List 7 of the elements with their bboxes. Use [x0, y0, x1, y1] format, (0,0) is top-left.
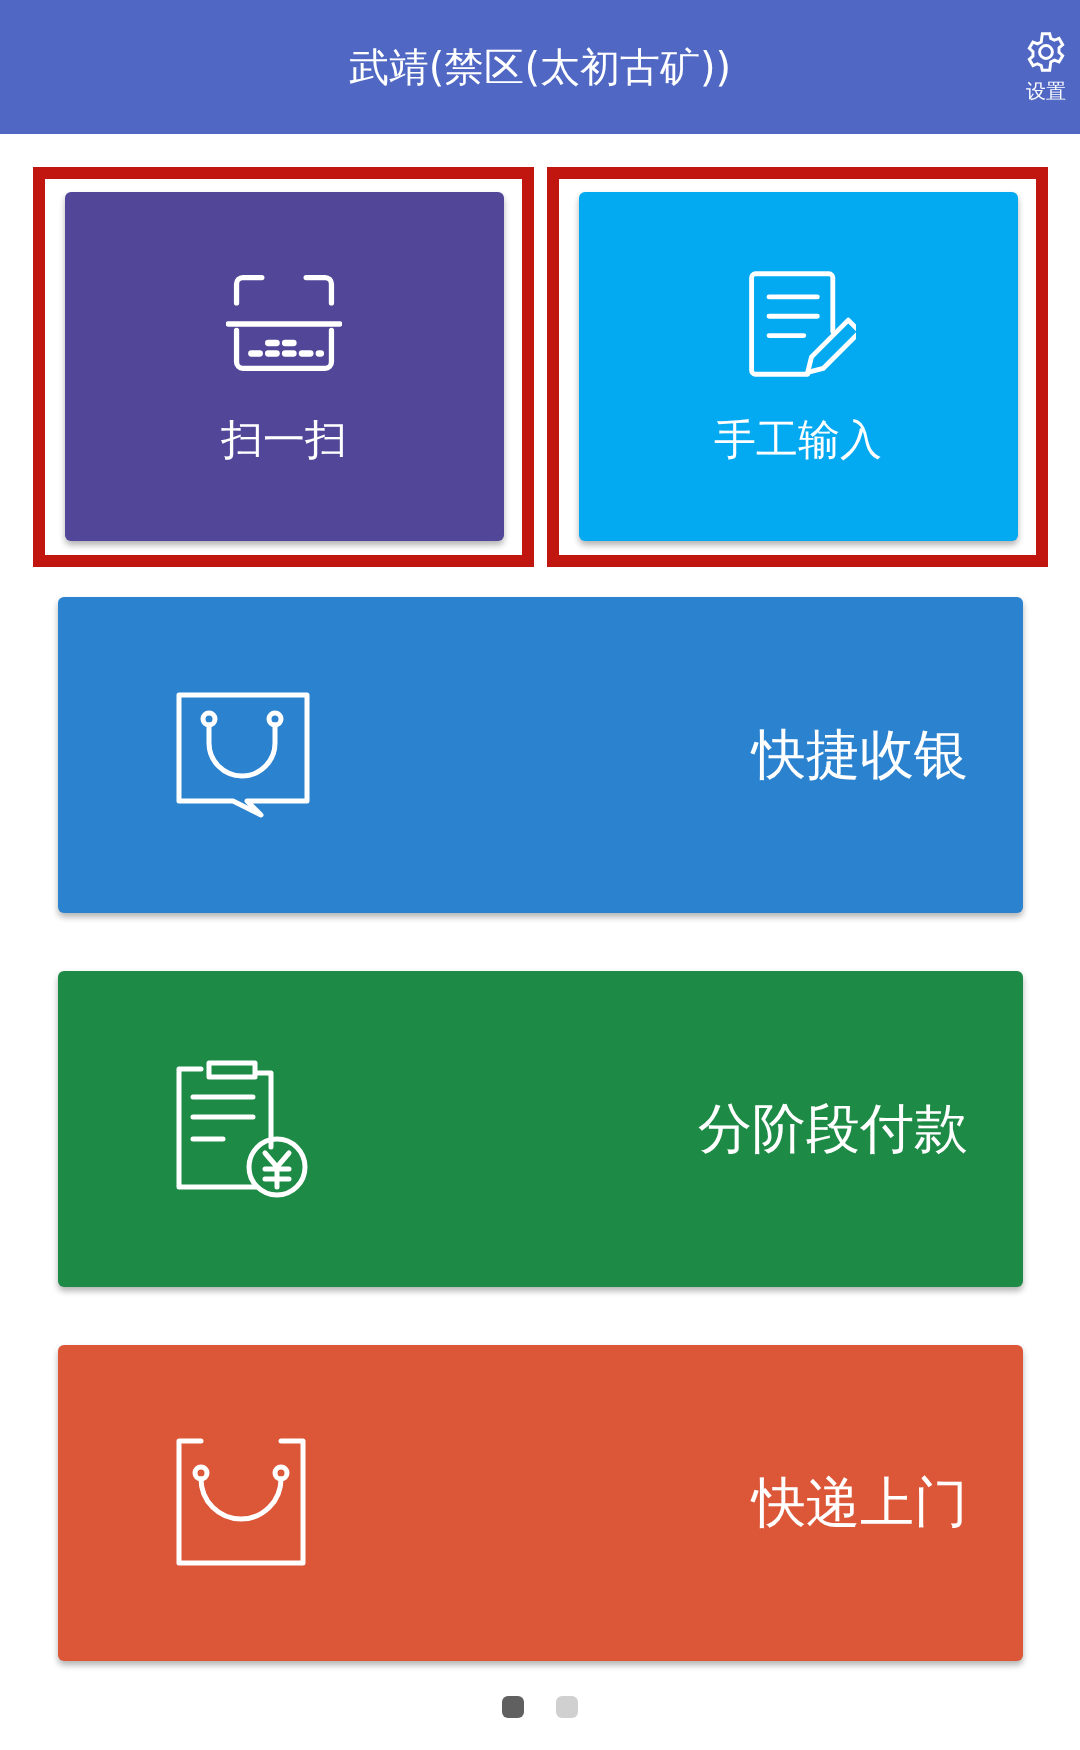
menu-card[interactable]: 快递上门	[57, 1345, 1023, 1661]
menu-card[interactable]: 快捷收银	[57, 597, 1023, 913]
settings-button[interactable]: 设置	[1024, 30, 1068, 105]
menu-card[interactable]: 分阶段付款	[57, 971, 1023, 1287]
tile-button[interactable]: 手工输入	[578, 192, 1018, 541]
page-title: 武靖(禁区(太初古矿))	[348, 42, 732, 92]
tile-button[interactable]: 扫一扫	[64, 192, 504, 541]
